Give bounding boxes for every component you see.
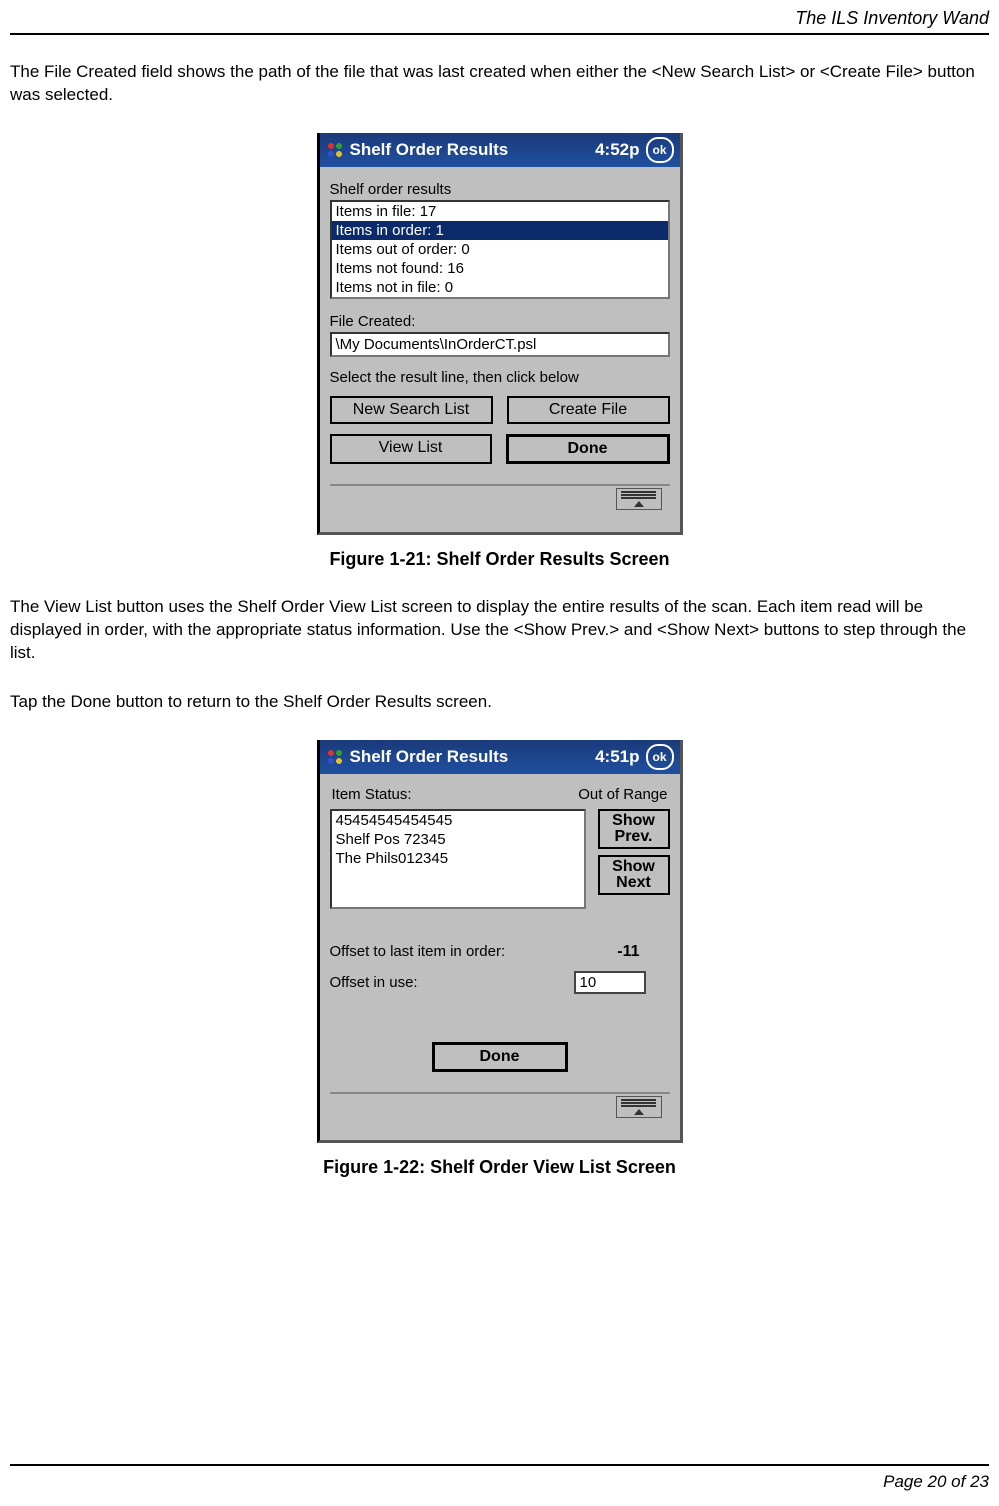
list-item: 45454545454545 <box>332 811 584 830</box>
new-search-list-button[interactable]: New Search List <box>330 396 493 424</box>
instruction-label: Select the result line, then click below <box>330 369 670 386</box>
list-item: The Phils012345 <box>332 849 584 868</box>
figure-1-21: Shelf Order Results 4:52p ok Shelf order… <box>10 133 989 535</box>
titlebar: Shelf Order Results 4:52p ok <box>320 133 680 167</box>
paragraph-3: Tap the Done button to return to the She… <box>10 691 989 714</box>
menubar <box>330 484 670 522</box>
ok-button[interactable]: ok <box>646 744 674 770</box>
titlebar-title: Shelf Order Results <box>350 747 596 767</box>
list-item[interactable]: Items out of order: 0 <box>332 240 668 259</box>
ok-button[interactable]: ok <box>646 137 674 163</box>
done-button[interactable]: Done <box>432 1042 568 1072</box>
header-rule <box>10 33 989 35</box>
show-next-button[interactable]: Show Next <box>598 855 670 895</box>
create-file-button[interactable]: Create File <box>507 396 670 424</box>
list-item[interactable]: Items in file: 17 <box>332 202 668 221</box>
titlebar-title: Shelf Order Results <box>350 140 596 160</box>
file-created-path: \My Documents\InOrderCT.psl <box>330 332 670 357</box>
titlebar-time: 4:51p <box>595 747 639 767</box>
keyboard-icon[interactable] <box>616 1096 662 1118</box>
figure-1-22: Shelf Order Results 4:51p ok Item Status… <box>10 740 989 1143</box>
paragraph-2: The View List button uses the Shelf Orde… <box>10 596 989 665</box>
titlebar-time: 4:52p <box>595 140 639 160</box>
show-prev-button[interactable]: Show Prev. <box>598 809 670 849</box>
device-screen-1: Shelf Order Results 4:52p ok Shelf order… <box>317 133 683 535</box>
device-screen-2: Shelf Order Results 4:51p ok Item Status… <box>317 740 683 1143</box>
menubar <box>330 1092 670 1130</box>
btn-line: Next <box>616 874 651 891</box>
results-listbox[interactable]: Items in file: 17 Items in order: 1 Item… <box>330 200 670 299</box>
list-item[interactable]: Items not found: 16 <box>332 259 668 278</box>
item-status-value: Out of Range <box>578 786 667 803</box>
keyboard-icon[interactable] <box>616 488 662 510</box>
view-list-button[interactable]: View List <box>330 434 492 464</box>
offset-use-input[interactable]: 10 <box>574 971 646 994</box>
offset-last-value: -11 <box>617 943 639 961</box>
file-created-label: File Created: <box>330 313 670 330</box>
start-icon <box>326 141 344 159</box>
titlebar: Shelf Order Results 4:51p ok <box>320 740 680 774</box>
list-item: Shelf Pos 72345 <box>332 830 584 849</box>
page-number: Page 20 of 23 <box>10 1472 989 1492</box>
done-button[interactable]: Done <box>506 434 670 464</box>
paragraph-1: The File Created field shows the path of… <box>10 61 989 107</box>
footer-rule <box>10 1464 989 1466</box>
offset-use-label: Offset in use: <box>330 974 574 991</box>
btn-line: Show <box>612 812 655 829</box>
list-item[interactable]: Items not in file: 0 <box>332 278 668 297</box>
btn-line: Show <box>612 858 655 875</box>
figure-1-21-caption: Figure 1-21: Shelf Order Results Screen <box>10 549 989 570</box>
btn-line: Prev. <box>615 828 653 845</box>
running-head: The ILS Inventory Wand <box>10 8 989 29</box>
results-label: Shelf order results <box>330 181 670 198</box>
list-item[interactable]: Items in order: 1 <box>332 221 668 240</box>
offset-last-label: Offset to last item in order: <box>330 943 618 960</box>
item-status-label: Item Status: <box>332 786 412 803</box>
start-icon <box>326 748 344 766</box>
item-details-listbox[interactable]: 45454545454545 Shelf Pos 72345 The Phils… <box>330 809 586 909</box>
figure-1-22-caption: Figure 1-22: Shelf Order View List Scree… <box>10 1157 989 1178</box>
